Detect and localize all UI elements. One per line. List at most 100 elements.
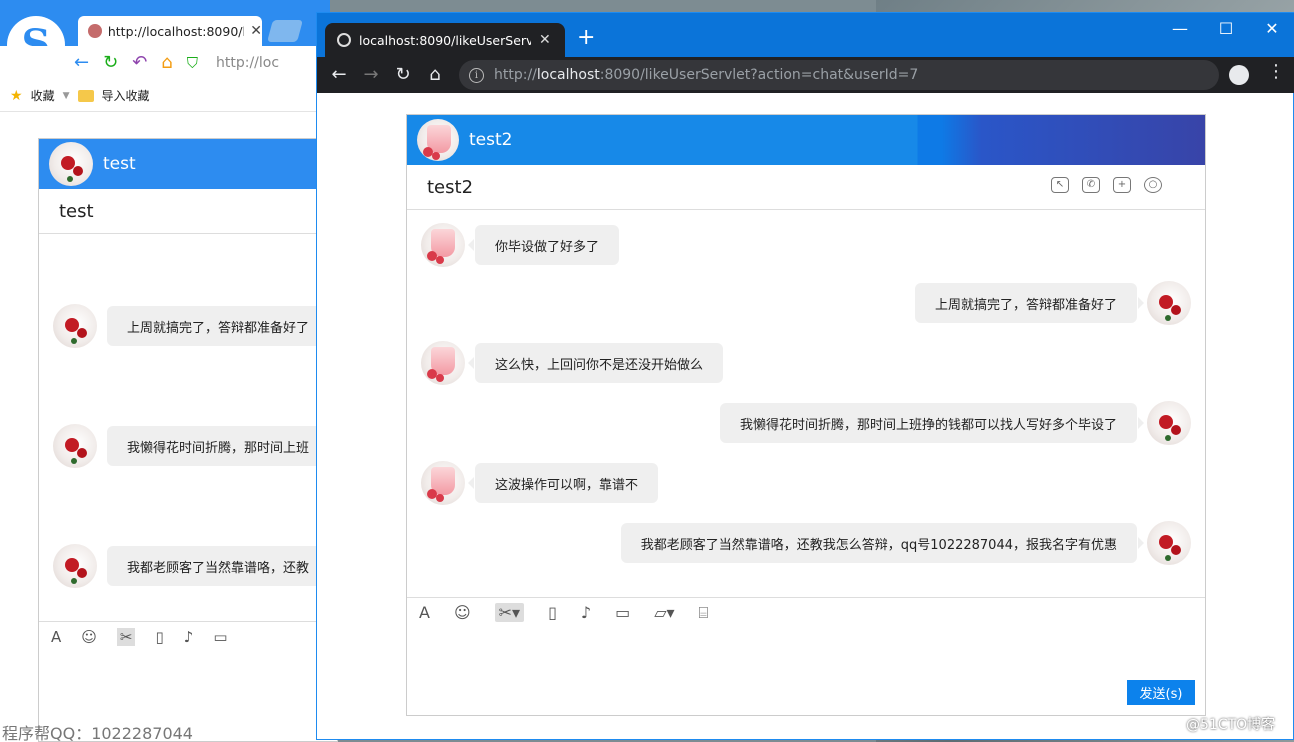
contact-name: test2 — [427, 176, 474, 198]
history-icon[interactable]: ⌸ — [699, 603, 709, 623]
message-bubble: 我懒得花时间折腾，那时间上班挣的钱都可以找人写好多个毕设了 — [719, 403, 1145, 443]
vibrate-icon[interactable]: ▯ — [548, 603, 557, 622]
watermark-left: 程序帮QQ：1022287044 — [2, 724, 193, 742]
avatar — [53, 544, 97, 588]
list-item: 你毕设做了好多了 — [421, 223, 620, 267]
image-icon[interactable]: ▭ — [615, 603, 630, 622]
message-bubble: 上周就搞完了，答辩都准备好了 — [914, 283, 1145, 323]
front-tab-strip: localhost:8090/likeUserServlet ✕ + — ☐ ✕ — [317, 13, 1294, 57]
list-item: 上周就搞完了，答辩都准备好了 — [53, 304, 330, 348]
back-chat-header: test — [39, 139, 337, 189]
home-icon[interactable]: ⌂ — [161, 54, 172, 72]
contact-name-bar: test2 ↖ ✆ + ○ — [407, 165, 1205, 210]
shield-icon: ⛉ — [186, 53, 198, 72]
avatar — [1147, 521, 1191, 565]
menu-icon[interactable]: ⋮ — [1267, 63, 1285, 81]
home-icon[interactable]: ⌂ — [419, 66, 451, 84]
url-text: http://localhost:8090/likeUserServlet?ac… — [494, 67, 919, 83]
avatar — [1147, 281, 1191, 325]
list-item: 我都老顾客了当然靠谱咯，还教我怎么答辩，qq号1022287044，报我名字有优… — [620, 521, 1191, 565]
message-bubble: 你毕设做了好多了 — [467, 225, 620, 265]
back-tab-title: http://localhost:8090/li — [107, 23, 245, 39]
back-arrow-icon[interactable]: ← — [323, 66, 355, 84]
scissors-icon[interactable]: ✂ — [116, 627, 136, 646]
back-header-name: test — [103, 154, 136, 174]
avatar — [1147, 401, 1191, 445]
star-icon: ★ — [10, 87, 23, 104]
image-icon[interactable]: ▭ — [213, 628, 227, 646]
front-browser-tab[interactable]: localhost:8090/likeUserServlet ✕ — [325, 23, 565, 57]
screen-share-icon[interactable]: ↖ — [1051, 177, 1069, 193]
send-button[interactable]: 发送(s) — [1127, 680, 1195, 705]
list-item: 这波操作可以啊，靠谱不 — [421, 461, 659, 505]
globe-icon — [337, 33, 351, 47]
maximize-icon[interactable]: ☐ — [1211, 19, 1241, 38]
avatar — [421, 223, 465, 267]
phone-icon[interactable]: ✆ — [1082, 177, 1100, 193]
list-item: 我都老顾客了当然靠谱咯，还教 — [53, 544, 330, 588]
chat-panel: test2 test2 ↖ ✆ + ○ 你毕设做了好多了 上周就搞完了，答辩都准… — [406, 114, 1206, 716]
undo-icon[interactable]: ↶ — [132, 54, 147, 72]
back-browser-window[interactable]: S http://localhost:8090/li ✕ ← ↻ ↶ ⌂ ⛉ h… — [0, 0, 339, 742]
back-chat-panel: test test 上周就搞完了，答辩都准备好了 我懒得花时间折腾，那时间上班 … — [38, 138, 339, 742]
bookmark-import[interactable]: 导入收藏 — [102, 87, 150, 104]
address-bar[interactable]: i http://localhost:8090/likeUserServlet?… — [459, 60, 1219, 90]
chat-header: test2 — [407, 115, 1205, 165]
window-close-icon[interactable]: ✕ — [1257, 19, 1287, 38]
front-toolbar: ← → ↻ ⌂ i http://localhost:8090/likeUser… — [317, 57, 1294, 93]
list-item: 上周就搞完了，答辩都准备好了 — [914, 281, 1191, 325]
header-name: test2 — [469, 130, 513, 150]
back-browser-tab[interactable]: http://localhost:8090/li ✕ — [78, 16, 262, 46]
microphone-icon[interactable]: ♪ — [581, 603, 591, 622]
refresh-icon[interactable]: ↻ — [103, 54, 118, 72]
message-bubble: 这么快，上回问你不是还没开始做么 — [467, 343, 724, 383]
add-contact-icon[interactable]: + — [1113, 177, 1131, 193]
bookmarks-bar: ★ 收藏 ▼ 导入收藏 — [0, 80, 330, 112]
microphone-icon[interactable]: ♪ — [184, 628, 194, 646]
message-bubble: 我懒得花时间折腾，那时间上班 — [107, 426, 330, 466]
message-bubble: 这波操作可以啊，靠谱不 — [467, 463, 659, 503]
emoji-icon[interactable]: ☺ — [454, 603, 471, 622]
back-contact-name: test — [39, 189, 337, 234]
forward-arrow-icon[interactable]: → — [355, 66, 387, 84]
info-icon[interactable]: i — [469, 67, 484, 83]
bookmark-favorites[interactable]: 收藏 — [31, 87, 55, 104]
message-bubble: 上周就搞完了，答辩都准备好了 — [107, 306, 330, 346]
message-input[interactable] — [407, 627, 1205, 715]
watermark-right: @51CTO博客 — [1186, 717, 1276, 733]
chat-toolbar: A ☺ ✂▾ ▯ ♪ ▭ ▱▾ ⌸ — [407, 597, 1205, 627]
message-list: 你毕设做了好多了 上周就搞完了，答辩都准备好了 这么快，上回问你不是还没开始做么… — [407, 211, 1205, 597]
avatar — [417, 119, 459, 161]
account-icon[interactable] — [1229, 65, 1249, 85]
vibrate-icon[interactable]: ▯ — [155, 628, 163, 646]
emoji-icon[interactable]: ☺ — [81, 628, 97, 646]
scissors-icon[interactable]: ✂▾ — [494, 603, 525, 622]
tab-favicon-icon — [88, 24, 102, 38]
new-tab-plus-icon[interactable]: + — [577, 27, 595, 49]
close-icon[interactable]: ✕ — [539, 32, 551, 48]
font-icon[interactable]: A — [419, 603, 430, 622]
back-chat-toolbar: A ☺ ✂ ▯ ♪ ▭ — [39, 621, 339, 651]
back-browser-nav: ← ↻ ↶ ⌂ ⛉ http://loc — [0, 46, 330, 80]
font-icon[interactable]: A — [51, 628, 61, 646]
avatar — [53, 304, 97, 348]
back-url-field[interactable]: http://loc — [216, 55, 279, 71]
minimize-icon[interactable]: — — [1165, 19, 1195, 38]
avatar — [49, 142, 93, 186]
new-tab-button[interactable] — [267, 20, 303, 42]
chevron-down-icon[interactable]: ▼ — [63, 91, 70, 101]
folder-icon — [77, 89, 94, 102]
avatar — [421, 461, 465, 505]
folder-icon[interactable]: ▱▾ — [654, 603, 674, 622]
close-icon[interactable]: ✕ — [250, 23, 262, 39]
message-bubble: 我都老顾客了当然靠谱咯，还教我怎么答辩，qq号1022287044，报我名字有优… — [620, 523, 1145, 563]
message-bubble: 我都老顾客了当然靠谱咯，还教 — [107, 546, 330, 586]
list-item: 我懒得花时间折腾，那时间上班 — [53, 424, 330, 468]
list-item: 这么快，上回问你不是还没开始做么 — [421, 341, 724, 385]
refresh-icon[interactable]: ↻ — [387, 66, 419, 84]
list-item: 我懒得花时间折腾，那时间上班挣的钱都可以找人写好多个毕设了 — [719, 401, 1191, 445]
settings-icon[interactable]: ○ — [1144, 177, 1162, 193]
front-tab-title: localhost:8090/likeUserServlet — [359, 32, 531, 48]
avatar — [421, 341, 465, 385]
back-arrow-icon[interactable]: ← — [74, 54, 89, 72]
